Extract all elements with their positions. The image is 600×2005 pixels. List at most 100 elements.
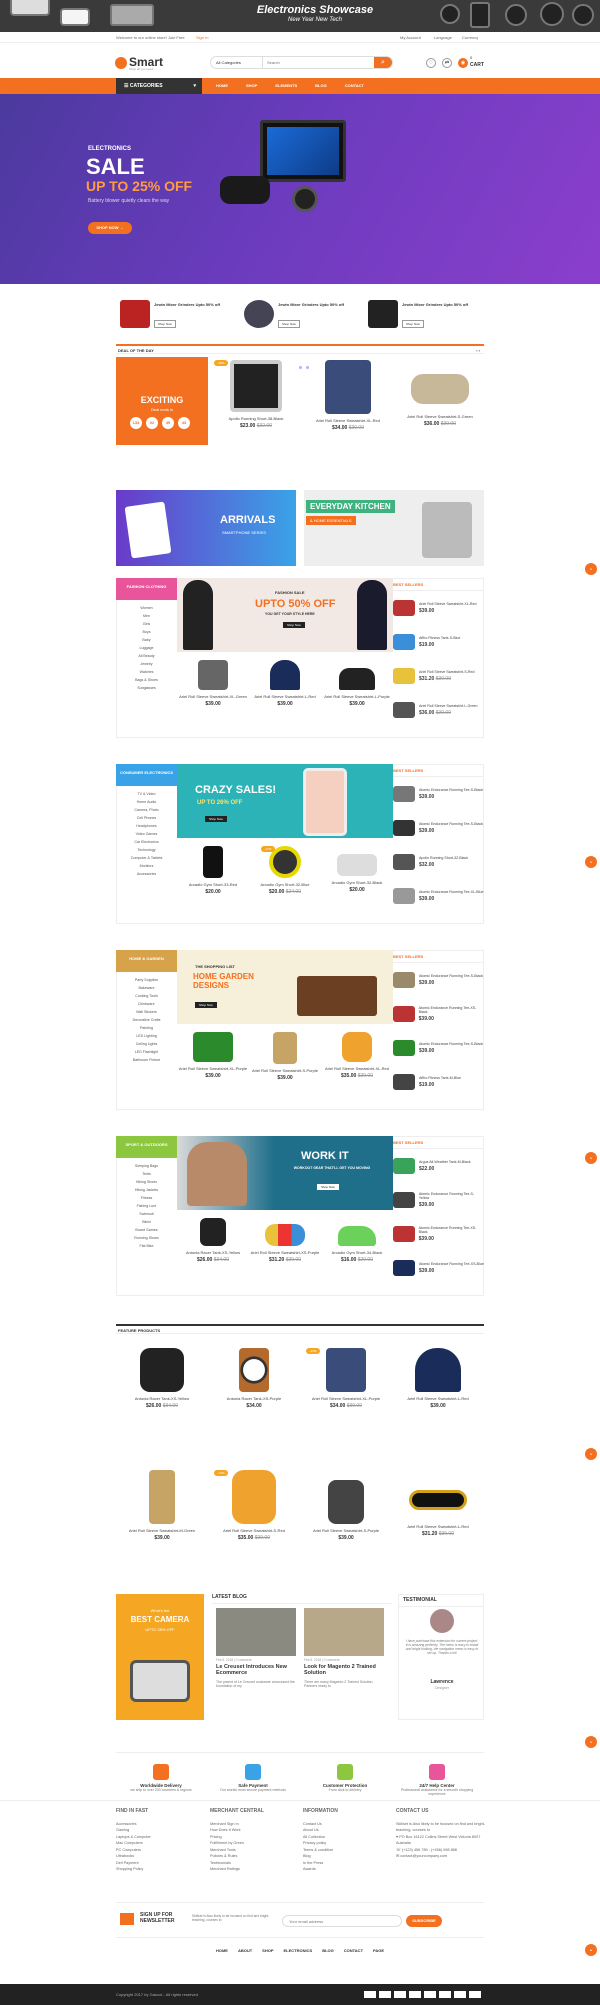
best-seller-item[interactable]: Ariel Roll Sleeve Sweatshirt-S-Red $31.20… bbox=[393, 659, 484, 693]
side-scroll-marker[interactable]: ● bbox=[585, 1736, 597, 1748]
best-seller-item[interactable]: Argus All-Weather Tank-M-Black $22.00 bbox=[393, 1149, 484, 1183]
fashion-banner[interactable]: FASHION SALE UPTO 50% OFF YOU GET YOUR S… bbox=[177, 578, 393, 652]
kitchen-banner[interactable]: EVERYDAY KITCHEN & HOME ESSENTIALS bbox=[304, 490, 484, 566]
promo-card[interactable]: Jewin Mixer Grinders Upto 50% off Shop N… bbox=[240, 296, 368, 332]
best-seller-item[interactable]: Atomic Endurance Running Tee-XL-Blue $39.… bbox=[393, 879, 484, 913]
footer-nav-link[interactable]: ABOUT bbox=[238, 1948, 252, 1960]
side-scroll-marker[interactable]: ● bbox=[585, 856, 597, 868]
product-card[interactable]: Ariel Roll Sleeve Sweatshirt-L-Purple $3… bbox=[321, 660, 393, 707]
categories-button[interactable]: ☰ CATEGORIES ▾ bbox=[116, 78, 202, 94]
product-card[interactable]: Ariel Roll Sleeve Sweatshirt-L-Red $39.0… bbox=[249, 660, 321, 707]
category-link[interactable]: Board Games bbox=[116, 1226, 177, 1234]
footer-link[interactable]: Merchant Ratings bbox=[210, 1866, 300, 1873]
side-scroll-marker[interactable]: ● bbox=[585, 563, 597, 575]
language-select[interactable]: Language bbox=[434, 32, 452, 43]
promo-button[interactable]: Shop Now bbox=[154, 320, 176, 328]
category-link[interactable]: Hiking Jackets bbox=[116, 1186, 177, 1194]
category-link[interactable]: LED Lighting bbox=[116, 1032, 177, 1040]
newsletter-email-input[interactable] bbox=[282, 1915, 402, 1927]
category-link[interactable]: Luggage bbox=[116, 644, 177, 652]
garden-banner[interactable]: THE SHOPPING LIST HOME GARDEN DESIGNS Sh… bbox=[177, 950, 393, 1024]
search-input[interactable] bbox=[263, 57, 374, 68]
product-card[interactable]: Ariel Roll Sleeve Sweatshirt-XL-Green $3… bbox=[177, 660, 249, 707]
search-button[interactable]: ⌕ bbox=[374, 57, 392, 68]
hero-shop-button[interactable]: SHOP NOW → bbox=[88, 222, 132, 234]
category-link[interactable]: Decorative Crafts bbox=[116, 1016, 177, 1024]
deal-product[interactable]: Ariel Roll Sleeve Sweatshirt-S-Green $36… bbox=[396, 360, 484, 427]
arrivals-banner[interactable]: ARRIVALS SMARTPHONE SERIES bbox=[116, 490, 296, 566]
best-seller-item[interactable]: Atomic Endurance Running Tee-XS-Black $39… bbox=[393, 1217, 484, 1251]
category-link[interactable]: Fishing Lure bbox=[116, 1202, 177, 1210]
category-link[interactable]: Ceiling Lights bbox=[116, 1040, 177, 1048]
category-link[interactable]: Bags & Shoes bbox=[116, 676, 177, 684]
blog-title[interactable]: Look for Magento 2 Trained Solution bbox=[304, 1664, 388, 1676]
category-link[interactable]: Fitness bbox=[116, 1194, 177, 1202]
blog-image[interactable] bbox=[216, 1608, 296, 1656]
promo-button[interactable]: Shop Now bbox=[402, 320, 424, 328]
category-link[interactable]: Running Shoes bbox=[116, 1234, 177, 1242]
category-link[interactable]: Bikini bbox=[116, 1218, 177, 1226]
best-seller-item[interactable]: Apollo Running Short-32-Black $32.00 bbox=[393, 845, 484, 879]
best-seller-item[interactable]: Atomic Endurance Running Tee-S-Black $39.… bbox=[393, 1031, 484, 1065]
category-link[interactable]: Monitors bbox=[116, 862, 177, 870]
category-link[interactable]: Jewelry bbox=[116, 660, 177, 668]
blog-title[interactable]: Le Creuset Introduces New Ecommerce bbox=[216, 1664, 300, 1676]
product-card[interactable]: Arcadio Gym Short-32-Black $20.00 bbox=[321, 846, 393, 893]
side-scroll-marker[interactable]: ● bbox=[585, 1152, 597, 1164]
nav-elements[interactable]: ELEMENTS bbox=[275, 78, 297, 94]
promo-card[interactable]: Jewin Mixer Grinders Upto 50% off Shop N… bbox=[364, 296, 492, 332]
contact-email[interactable]: ✉ contact@yourcompany.com bbox=[396, 1853, 486, 1860]
camera-ad[interactable]: What's the BEST CAMERA UPTO 35% OFF bbox=[116, 1594, 204, 1720]
subscribe-button[interactable]: SUBSCRIBE bbox=[406, 1915, 442, 1927]
product-card[interactable]: Arcadio Gym Short-33-Red $20.00 bbox=[177, 846, 249, 895]
footer-nav-link[interactable]: ELECTRONICS bbox=[284, 1948, 313, 1960]
footer-nav-link[interactable]: PAGE bbox=[373, 1948, 384, 1960]
promo-card[interactable]: Jewin Mixer Grinders Upto 50% off Shop N… bbox=[116, 296, 244, 332]
fashion-banner-button[interactable]: Shop Now bbox=[283, 622, 305, 628]
hero-slider[interactable]: ELECTRONICS SALE UP TO 25% OFF Battery b… bbox=[0, 94, 600, 369]
account-link[interactable]: My Account bbox=[400, 32, 421, 43]
cart-icon[interactable]: ◉ bbox=[458, 58, 468, 68]
category-link[interactable]: Bakeware bbox=[116, 984, 177, 992]
nav-contact[interactable]: CONTACT bbox=[345, 78, 364, 94]
product-card[interactable]: Ariel Roll Sleeve Sweatshirt-XL-Red $35.… bbox=[321, 1032, 393, 1079]
product-card[interactable]: Antonia Racer Tank-XS-Yellow $26.00 $34.… bbox=[177, 1218, 249, 1263]
best-seller-item[interactable]: Affiro Fitness Tank-M-Blue $19.00 bbox=[393, 1065, 484, 1099]
footer-nav-link[interactable]: BLOG bbox=[322, 1948, 334, 1960]
consumer-banner[interactable]: CRAZY SALES! UP TO 26% OFF Shop Now bbox=[177, 764, 393, 838]
category-link[interactable]: TV & Video bbox=[116, 790, 177, 798]
best-seller-item[interactable]: Atomic Endurance Running Tee-S-Black $39.… bbox=[393, 777, 484, 811]
category-link[interactable]: Video Games bbox=[116, 830, 177, 838]
featured-product[interactable]: -13% Ariel Roll Sleeve Sweatshirt-XL-Pur… bbox=[300, 1348, 392, 1409]
garden-banner-button[interactable]: Shop Now bbox=[195, 1002, 217, 1008]
search-category-select[interactable]: All Categories bbox=[211, 57, 263, 68]
category-link[interactable]: Girls bbox=[116, 620, 177, 628]
best-seller-item[interactable]: Affiro Fitness Tank-S-Blue $19.00 bbox=[393, 625, 484, 659]
signin-link[interactable]: Sign In bbox=[196, 32, 208, 43]
top-banner[interactable]: Electronics Showcase New Year New Tech bbox=[0, 0, 600, 32]
side-scroll-marker[interactable]: ● bbox=[585, 1448, 597, 1460]
product-card[interactable]: Ariel Roll Sleeve Sweatshirt-XS-Purple $… bbox=[249, 1218, 321, 1263]
category-link[interactable]: Women bbox=[116, 604, 177, 612]
category-link[interactable]: Party Supplies bbox=[116, 976, 177, 984]
category-link[interactable]: Sleeping Bags bbox=[116, 1162, 177, 1170]
category-link[interactable]: Camera, Photo bbox=[116, 806, 177, 814]
cart-label[interactable]: CART bbox=[470, 62, 484, 68]
consumer-banner-button[interactable]: Shop Now bbox=[205, 816, 227, 822]
category-link[interactable]: Watches bbox=[116, 668, 177, 676]
category-link[interactable]: Men bbox=[116, 612, 177, 620]
category-link[interactable]: LED Flashlight bbox=[116, 1048, 177, 1056]
category-link[interactable]: Technology bbox=[116, 846, 177, 854]
category-link[interactable]: Accessories bbox=[116, 870, 177, 878]
nav-blog[interactable]: BLOG bbox=[315, 78, 327, 94]
footer-nav-link[interactable]: CONTACT bbox=[344, 1948, 363, 1960]
category-link[interactable]: Drinkware bbox=[116, 1000, 177, 1008]
footer-link[interactable]: Shopping Policy bbox=[116, 1866, 206, 1873]
category-link[interactable]: Wall Stickers bbox=[116, 1008, 177, 1016]
featured-product[interactable]: Antonia Racer Tank-XS-Yellow $26.00 $34.… bbox=[116, 1348, 208, 1409]
category-link[interactable]: Painting bbox=[116, 1024, 177, 1032]
product-card[interactable]: Ariel Roll Sleeve Sweatshirt-XL-Purple $… bbox=[177, 1032, 249, 1079]
category-link[interactable]: Baby bbox=[116, 636, 177, 644]
logo[interactable]: Smart Shop all you need bbox=[115, 55, 163, 71]
category-link[interactable]: Tents bbox=[116, 1170, 177, 1178]
